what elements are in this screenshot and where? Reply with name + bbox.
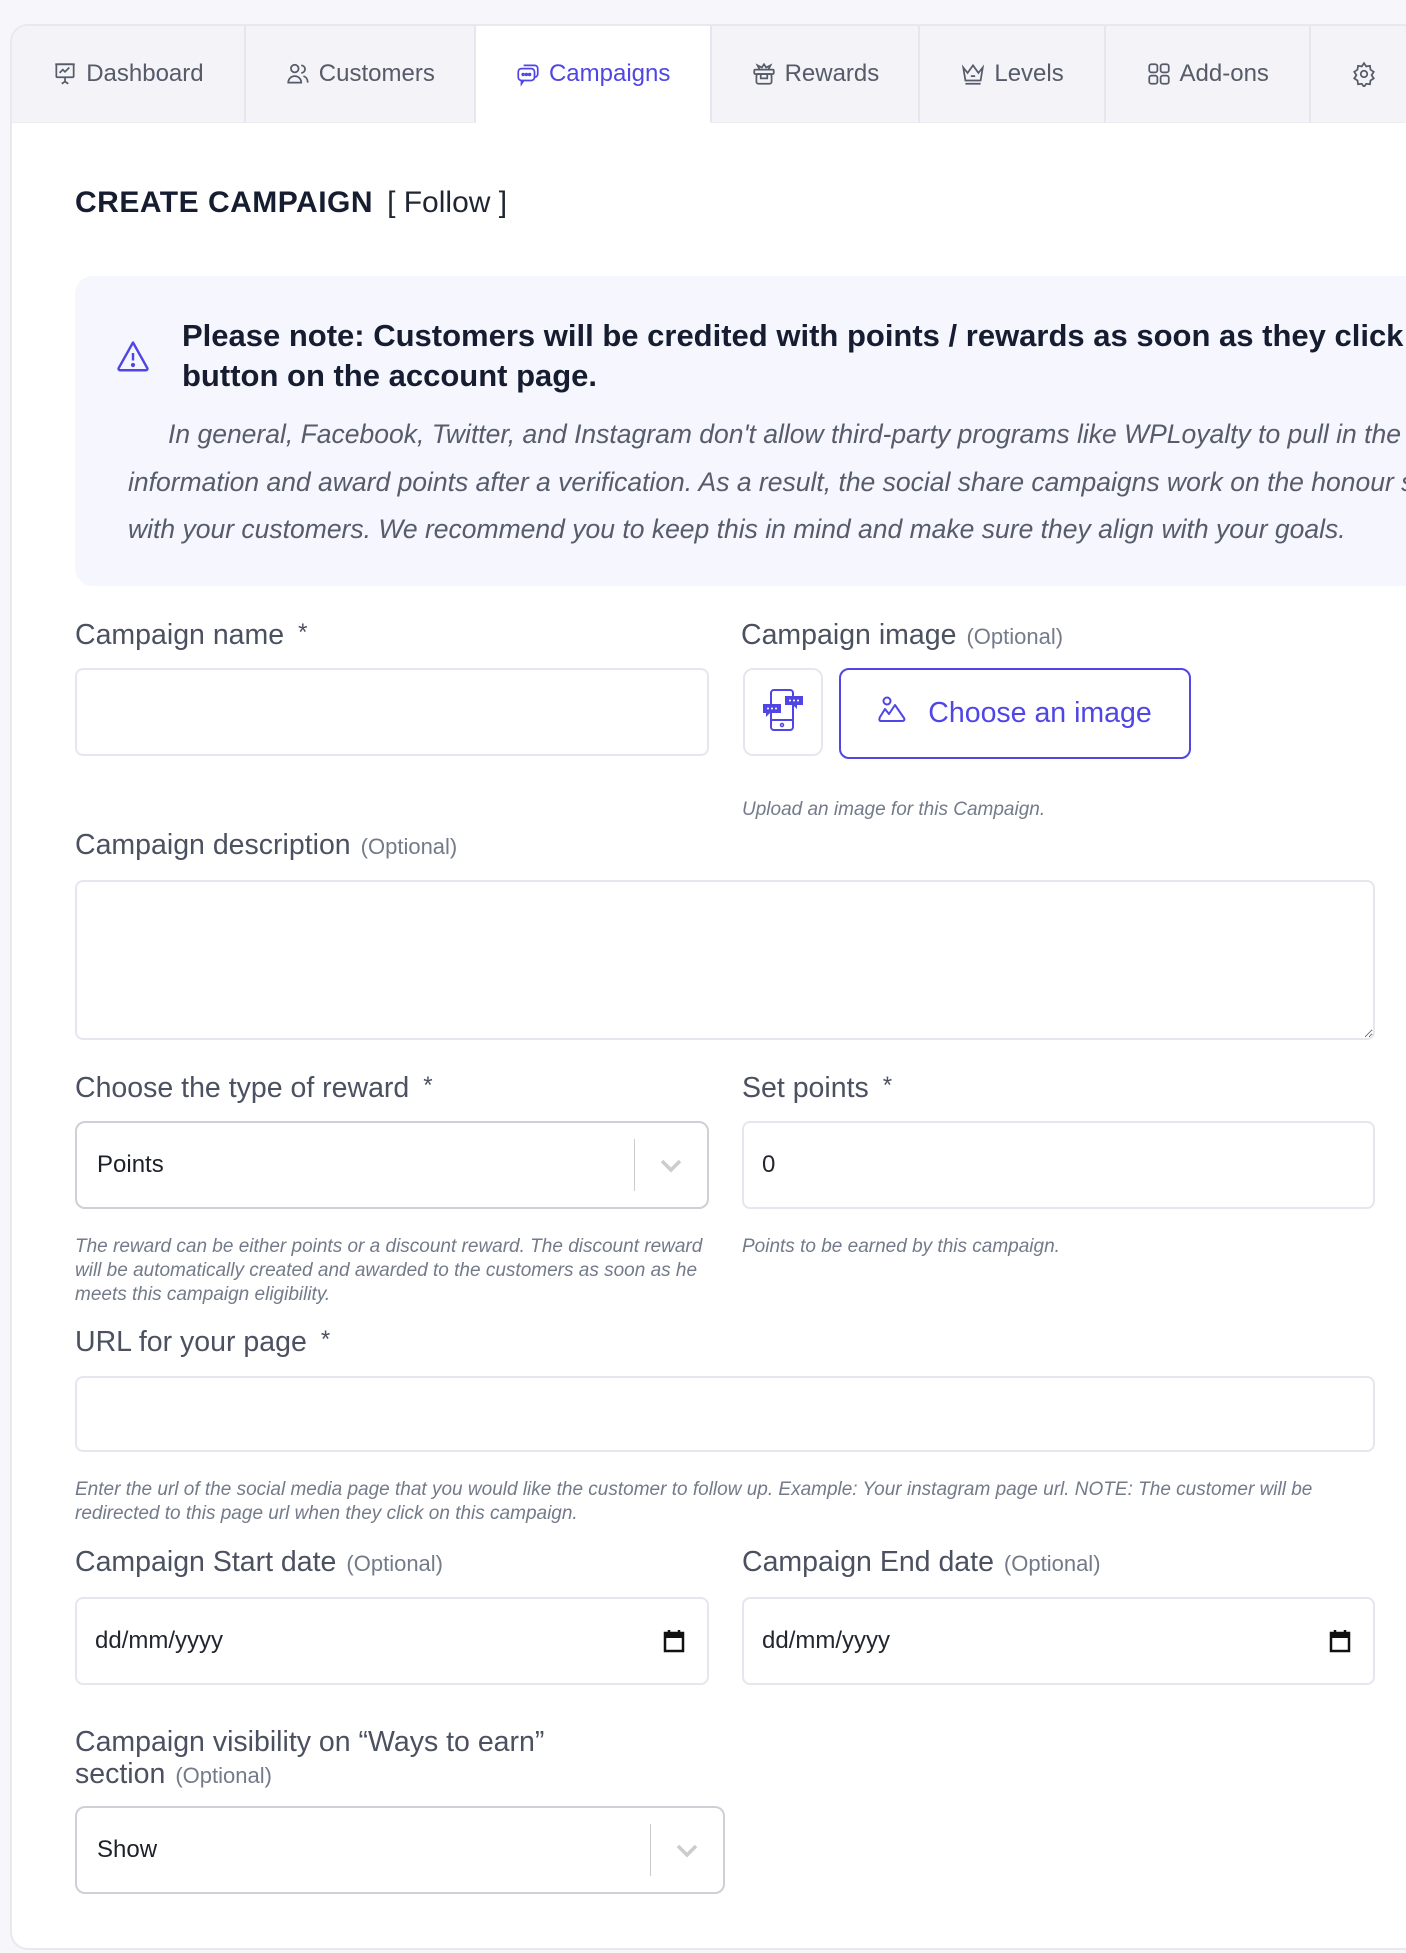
visibility-label: Campaign visibility on “Ways to earn” se… xyxy=(75,1726,544,1792)
optional-marker: (Optional) xyxy=(346,1551,443,1576)
tab-label: Levels xyxy=(994,60,1064,87)
choose-image-label: Choose an image xyxy=(928,697,1152,729)
nav-tabs: Dashboard Customers Campaigns Rewards Le… xyxy=(12,26,1406,123)
info-note: Please note: Customers will be credited … xyxy=(75,276,1406,586)
required-marker: * xyxy=(320,1326,331,1353)
select-separator xyxy=(633,1139,635,1191)
optional-marker: (Optional) xyxy=(360,834,458,859)
calendar-icon[interactable] xyxy=(1329,1628,1351,1654)
campaign-description-textarea[interactable] xyxy=(75,880,1375,1040)
url-label: URL for your page * xyxy=(75,1326,330,1359)
set-points-label: Set points * xyxy=(742,1072,892,1105)
tab-rewards[interactable]: Rewards xyxy=(711,26,921,123)
tab-levels[interactable]: Levels xyxy=(920,26,1106,123)
label-text: Campaign image xyxy=(741,619,957,651)
start-date-label: Campaign Start date (Optional) xyxy=(75,1546,443,1579)
end-date-input[interactable]: dd/mm/yyyy xyxy=(742,1597,1375,1685)
start-date-input[interactable]: dd/mm/yyyy xyxy=(75,1597,709,1685)
optional-marker: (Optional) xyxy=(175,1763,272,1788)
image-icon xyxy=(878,695,910,733)
visibility-value: Show xyxy=(97,1836,158,1863)
select-separator xyxy=(649,1824,651,1876)
label-text: Choose the type of reward xyxy=(75,1072,410,1104)
tab-label: Add-ons xyxy=(1179,60,1269,87)
gear-icon xyxy=(1351,61,1377,87)
campaign-card: Dashboard Customers Campaigns Rewards Le… xyxy=(10,24,1406,1950)
campaign-image-preview xyxy=(743,668,823,756)
end-date-placeholder: dd/mm/yyyy xyxy=(762,1627,891,1654)
tab-label: Customers xyxy=(318,60,435,87)
phone-chat-icon xyxy=(761,684,805,741)
campaign-image-helper: Upload an image for this Campaign. xyxy=(742,799,1046,820)
required-marker: * xyxy=(423,1072,433,1099)
campaign-type-label: [ Follow ] xyxy=(387,186,508,219)
page-title-text: CREATE CAMPAIGN xyxy=(75,186,374,219)
reward-type-helper: The reward can be either points or a dis… xyxy=(75,1236,703,1305)
tab-add-ons[interactable]: Add-ons xyxy=(1105,26,1311,123)
visibility-select[interactable]: Show xyxy=(75,1806,725,1894)
campaign-image-label: Campaign image (Optional) xyxy=(741,619,1063,652)
tab-label: Campaigns xyxy=(548,60,671,87)
presentation-chart-icon xyxy=(52,61,78,87)
campaign-description-label: Campaign description (Optional) xyxy=(75,829,457,862)
label-text: Campaign Start date xyxy=(75,1546,337,1578)
tab-label: Dashboard xyxy=(86,60,204,87)
users-icon xyxy=(285,61,311,87)
crown-icon xyxy=(960,61,986,87)
label-text: Set points xyxy=(742,1072,869,1104)
warning-triangle-icon xyxy=(115,338,151,374)
label-text: Campaign End date xyxy=(742,1546,994,1578)
label-text: Campaign name xyxy=(75,619,285,651)
required-marker: * xyxy=(882,1072,893,1099)
reward-type-select[interactable]: Points xyxy=(75,1121,709,1209)
gift-icon xyxy=(751,61,777,87)
tab-campaigns[interactable]: Campaigns xyxy=(475,26,712,123)
note-body: In general, Facebook, Twitter, and Insta… xyxy=(128,419,1406,544)
required-marker: * xyxy=(298,619,308,646)
chat-bubbles-icon xyxy=(515,61,541,87)
set-points-input[interactable] xyxy=(742,1121,1375,1209)
tab-label: Rewards xyxy=(784,60,880,87)
tab-settings[interactable] xyxy=(1310,26,1406,123)
optional-marker: (Optional) xyxy=(966,624,1064,649)
campaign-name-input[interactable] xyxy=(75,668,709,756)
choose-image-button[interactable]: Choose an image xyxy=(839,668,1191,759)
reward-type-value: Points xyxy=(97,1151,164,1178)
url-input[interactable] xyxy=(75,1376,1375,1452)
grid-icon xyxy=(1146,61,1172,87)
set-points-helper: Points to be earned by this campaign. xyxy=(742,1236,1060,1257)
chevron-down-icon xyxy=(673,1840,701,1860)
label-text: section xyxy=(75,1758,166,1790)
campaign-name-label: Campaign name * xyxy=(75,619,307,652)
page-title: CREATE CAMPAIGN [ Follow ] xyxy=(75,186,507,220)
url-helper: Enter the url of the social media page t… xyxy=(75,1479,1313,1524)
label-text: Campaign visibility on “Ways to earn” xyxy=(75,1726,545,1758)
label-text: URL for your page xyxy=(75,1326,307,1358)
reward-type-label: Choose the type of reward * xyxy=(75,1072,433,1105)
start-date-placeholder: dd/mm/yyyy xyxy=(95,1627,224,1654)
end-date-label: Campaign End date (Optional) xyxy=(742,1546,1101,1579)
chevron-down-icon xyxy=(657,1155,685,1175)
tab-customers[interactable]: Customers xyxy=(245,26,476,123)
optional-marker: (Optional) xyxy=(1003,1551,1101,1576)
tab-dashboard[interactable]: Dashboard xyxy=(12,26,246,123)
label-text: Campaign description xyxy=(75,829,351,861)
note-heading: Please note: Customers will be credited … xyxy=(182,318,1406,393)
calendar-icon[interactable] xyxy=(663,1628,685,1654)
